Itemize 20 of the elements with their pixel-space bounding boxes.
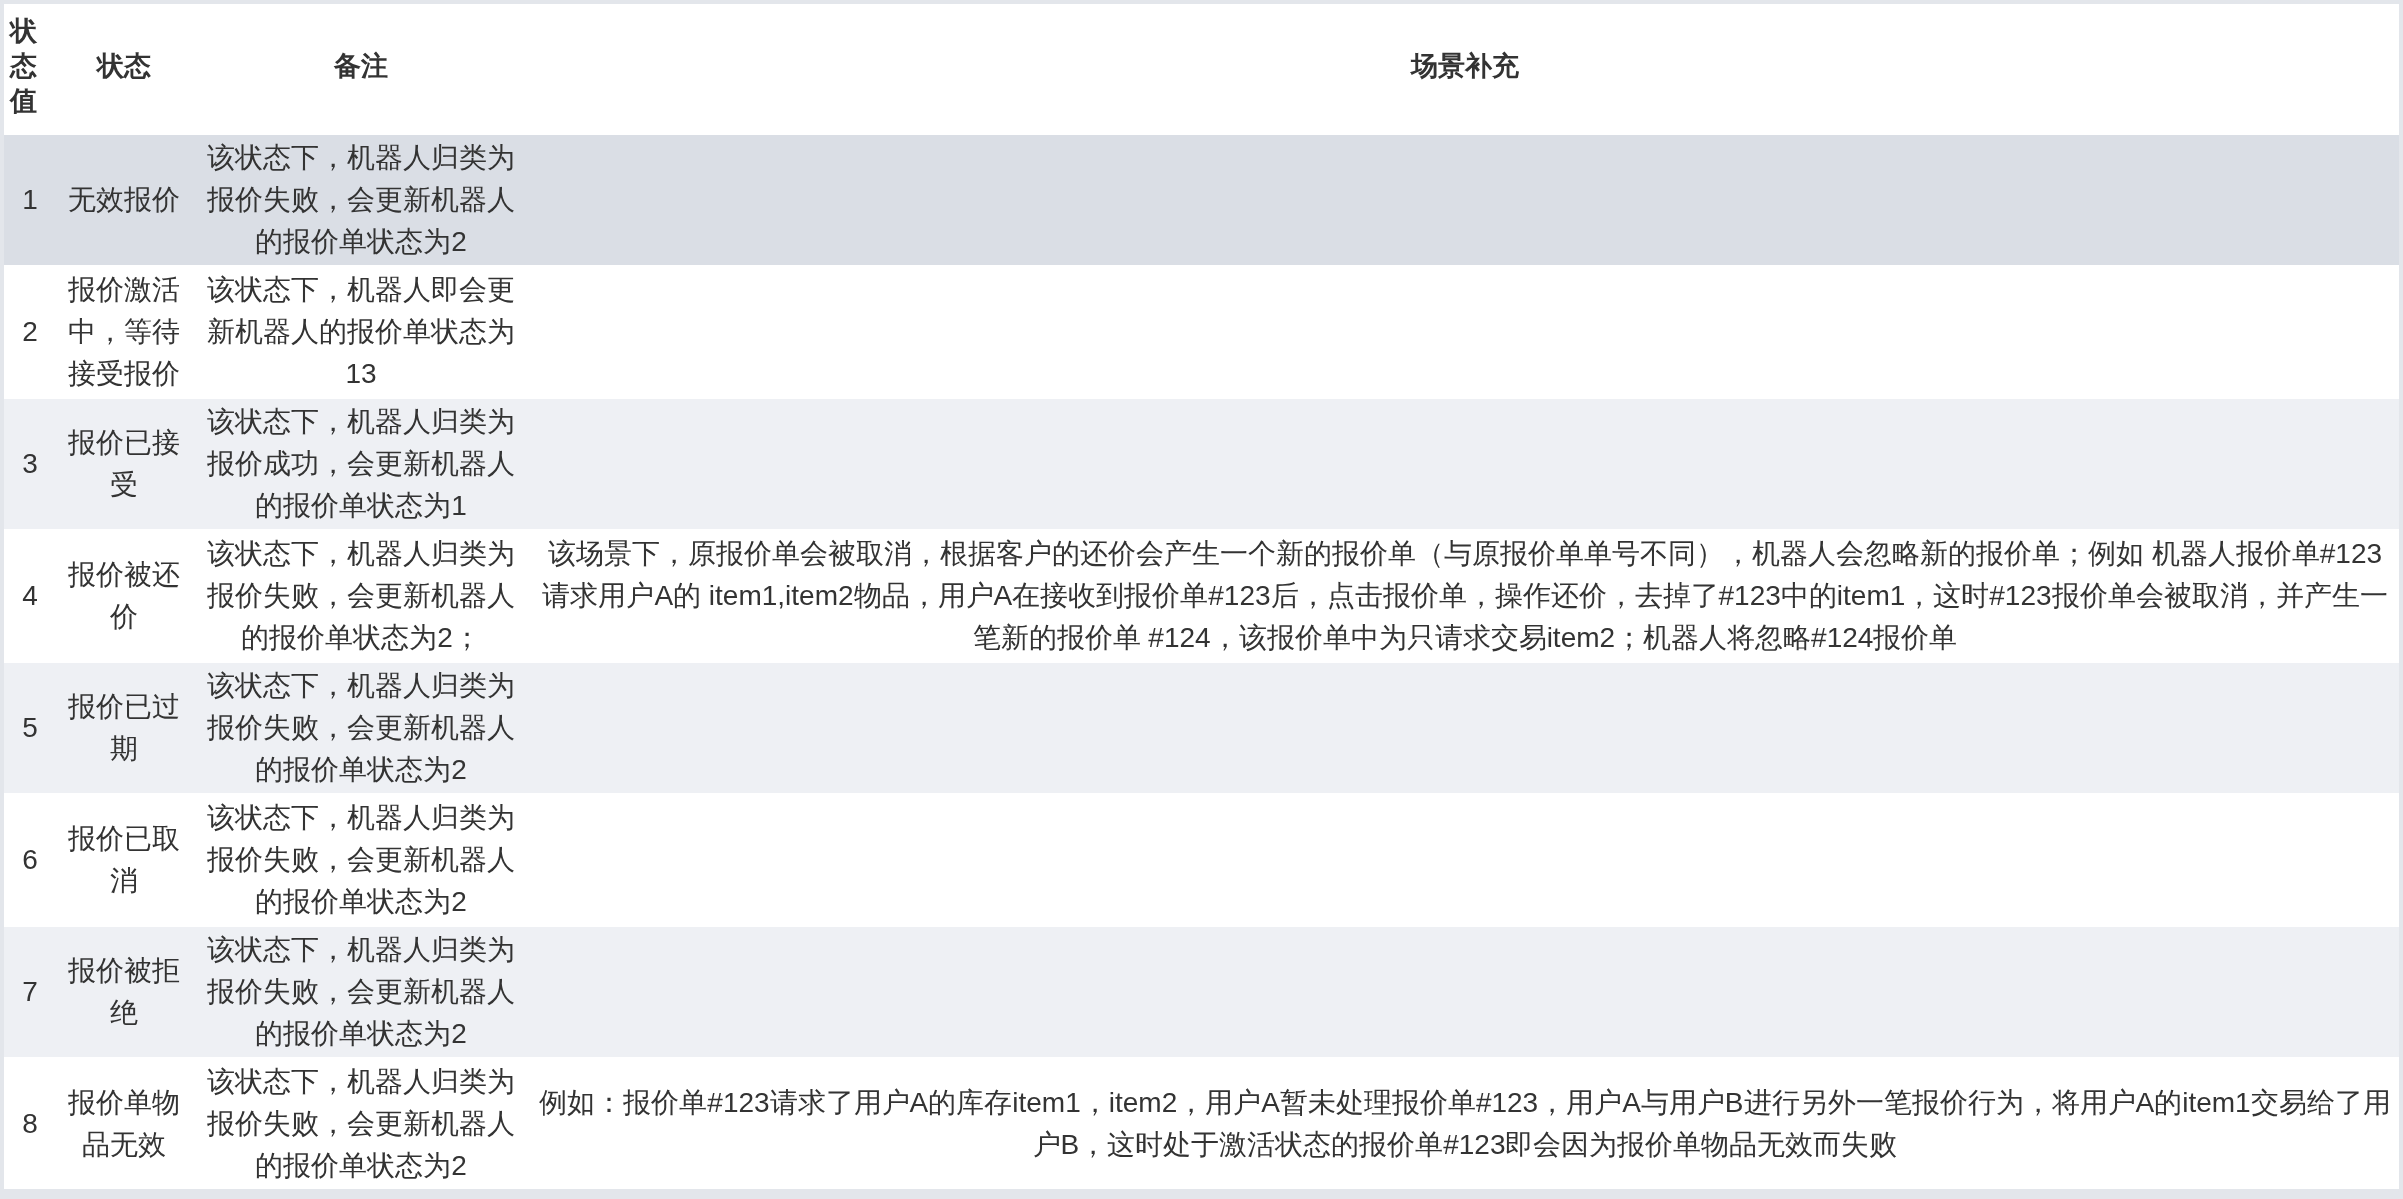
status-value-cell: 8 — [4, 1058, 56, 1189]
status-cell: 报价已过期 — [56, 662, 191, 794]
status-cell: 报价被拒绝 — [56, 926, 191, 1058]
status-cell: 报价单物品无效 — [56, 1058, 191, 1189]
status-value-cell: 3 — [4, 398, 56, 530]
note-cell: 该状态下，机器人归类为报价失败，会更新机器人的报价单状态为2 — [191, 662, 531, 794]
status-value-cell: 5 — [4, 662, 56, 794]
note-cell: 该状态下，机器人归类为报价失败，会更新机器人的报价单状态为2 — [191, 926, 531, 1058]
status-value-cell: 7 — [4, 926, 56, 1058]
status-value-cell: 1 — [4, 134, 56, 266]
note-cell: 该状态下，机器人归类为报价成功，会更新机器人的报价单状态为1 — [191, 398, 531, 530]
scene-cell: 例如：报价单#123请求了用户A的库存item1，item2，用户A暂未处理报价单#123，用户A与用户B进行另外一笔报价行为，将用户A的item1交易给了用户B，这时处于激活状态的报价单#123即会因为报价单物品无效而失败 — [531, 1058, 2399, 1189]
column-header: 场景补充 — [531, 4, 2399, 134]
status-cell: 报价已接受 — [56, 398, 191, 530]
status-cell: 无效报价 — [56, 134, 191, 266]
note-cell: 该状态下，机器人归类为报价失败，会更新机器人的报价单状态为2 — [191, 1058, 531, 1189]
column-header: 状态值 — [4, 4, 56, 134]
column-header: 状态 — [56, 4, 191, 134]
column-header: 备注 — [191, 4, 531, 134]
note-cell: 该状态下，机器人归类为报价失败，会更新机器人的报价单状态为2 — [191, 134, 531, 266]
